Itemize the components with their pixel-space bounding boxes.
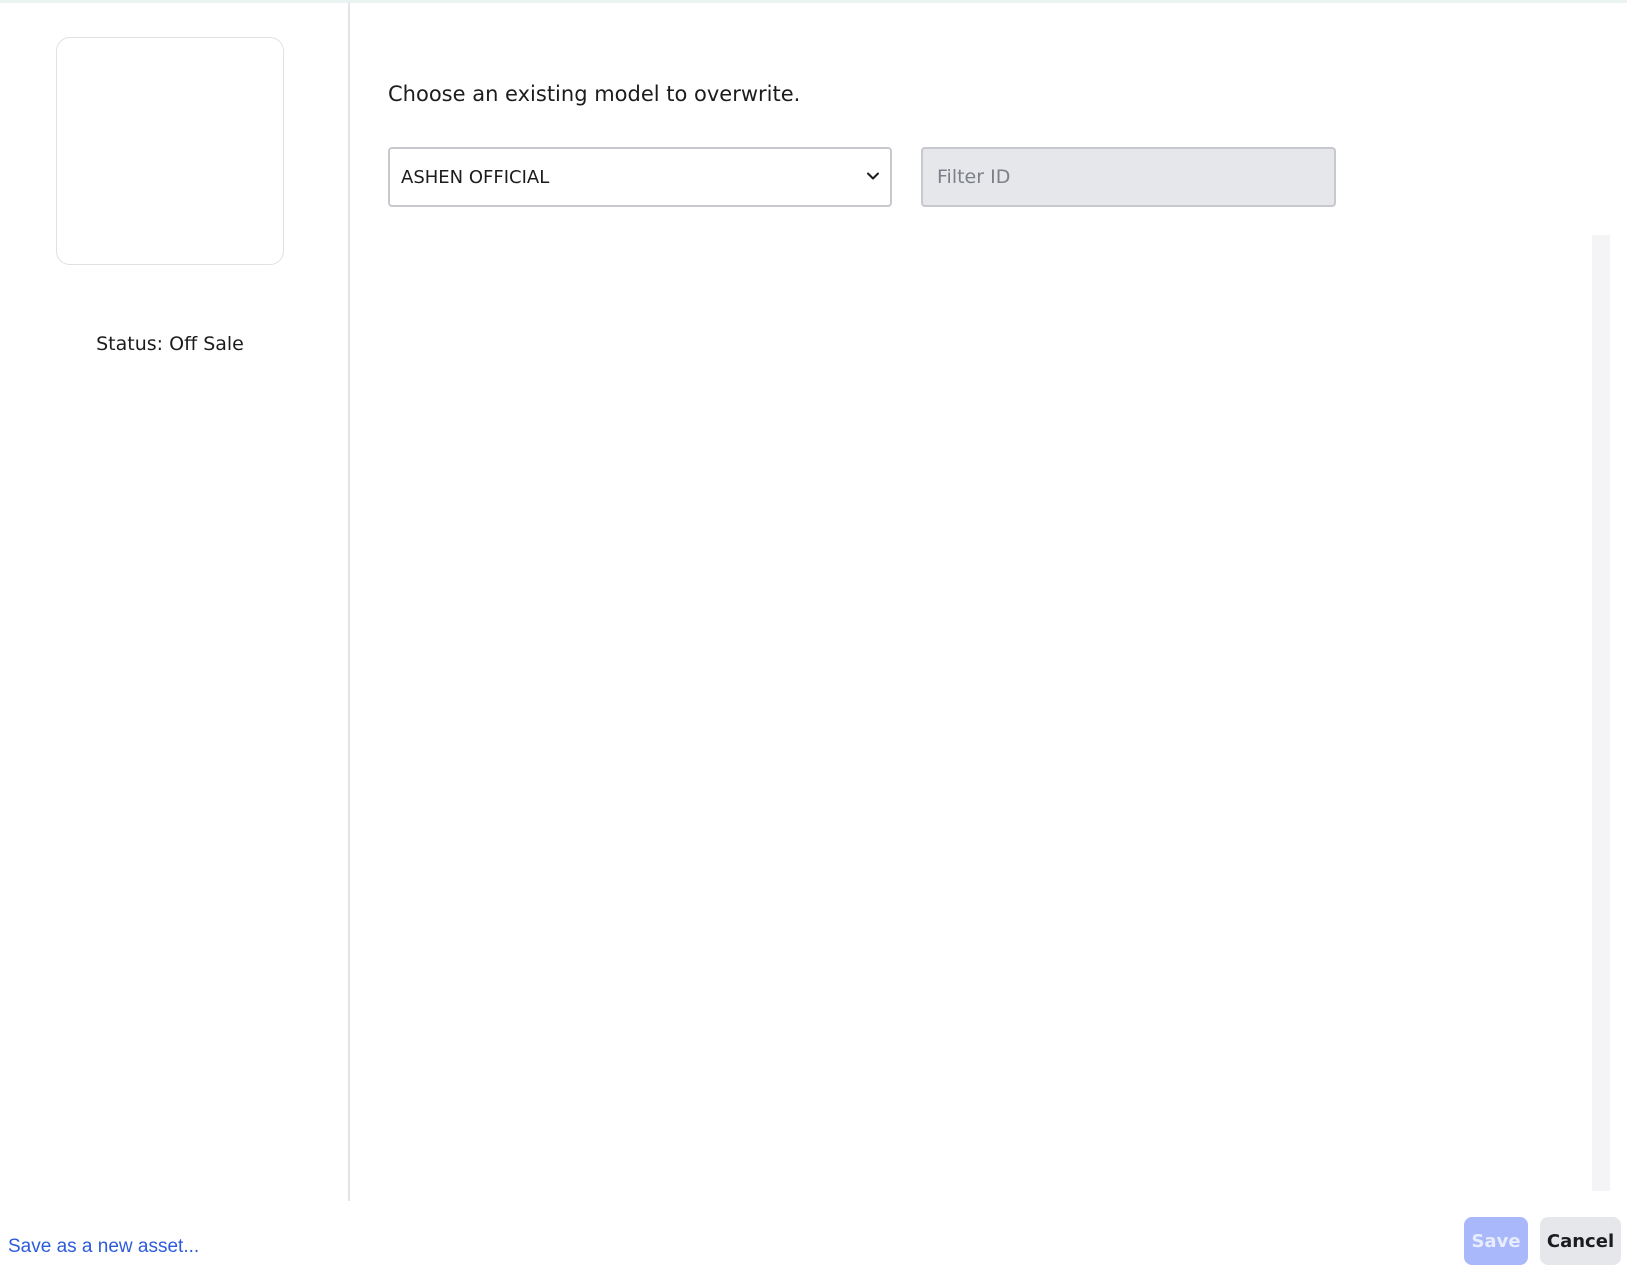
group-select[interactable]: ASHEN OFFICIAL — [388, 147, 892, 207]
asset-thumbnail — [56, 37, 284, 265]
filter-id-input[interactable] — [921, 147, 1336, 207]
list-scrollbar[interactable] — [1592, 235, 1610, 1191]
save-as-new-asset-link[interactable]: Save as a new asset... — [8, 1236, 199, 1258]
model-list — [388, 235, 1610, 1191]
group-select-value: ASHEN OFFICIAL — [401, 166, 550, 188]
cancel-button[interactable]: Cancel — [1540, 1217, 1621, 1265]
sidebar: Status: Off Sale — [0, 3, 350, 1201]
instruction-text: Choose an existing model to overwrite. — [388, 82, 801, 106]
chevron-down-icon — [867, 172, 879, 180]
status-label: Status: Off Sale — [96, 333, 244, 355]
save-button[interactable]: Save — [1464, 1217, 1528, 1265]
main-panel: Choose an existing model to overwrite. A… — [352, 3, 1627, 1201]
